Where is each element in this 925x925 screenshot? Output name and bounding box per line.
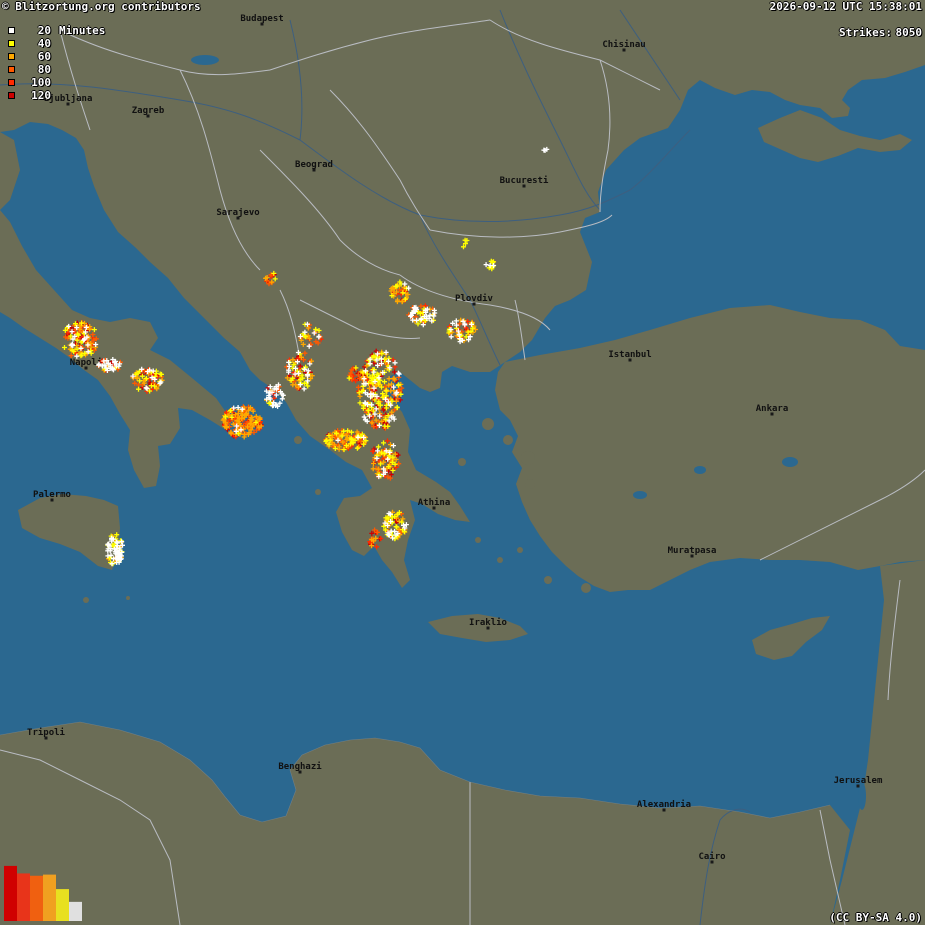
legend-value: 120 (31, 89, 51, 102)
legend-value: 100 (31, 76, 51, 89)
city-label: Cairo (698, 851, 725, 862)
lightning-map[interactable]: BudapestChisinauLjubljanaZagrebBeogradBu… (0, 0, 925, 925)
legend-swatch (8, 92, 15, 99)
land-island (126, 596, 130, 600)
lake (191, 55, 219, 65)
lake (633, 491, 647, 499)
city-label: Tripoli (27, 727, 66, 738)
city-label: Iraklio (469, 617, 507, 628)
land-island (83, 597, 89, 603)
legend-row: 120 (8, 89, 105, 102)
legend-unit: Minutes (59, 24, 106, 37)
city-label: Benghazi (278, 761, 322, 772)
city-label: Budapest (240, 14, 283, 24)
land-island (581, 583, 591, 593)
city-label: Chisinau (602, 39, 645, 50)
legend-row: 80 (8, 63, 105, 76)
legend-swatch (8, 79, 15, 86)
land-island (544, 576, 552, 584)
histogram-bar (69, 901, 82, 921)
land-island (503, 435, 513, 445)
city-label: Athina (418, 497, 451, 508)
legend-row: 100 (8, 76, 105, 89)
lake (694, 466, 706, 474)
histogram-bar (17, 873, 30, 921)
legend-swatch (8, 53, 15, 60)
city-label: Beograd (295, 160, 333, 170)
city-label: Istanbul (608, 350, 651, 360)
land-island (458, 458, 466, 466)
city-label: Plovdiv (455, 293, 494, 304)
legend-row: 40 (8, 37, 105, 50)
legend-value: 40 (37, 37, 51, 50)
histogram-bar (30, 875, 43, 921)
strikes-count: 8050 (895, 26, 923, 39)
histogram-bar (56, 889, 69, 921)
land-island (294, 436, 302, 444)
city-label: Alexandria (637, 799, 691, 810)
legend-value: 20 (37, 24, 51, 37)
legend-swatch (8, 66, 15, 73)
city-label: Palermo (33, 490, 71, 500)
license-text: (CC BY-SA 4.0) (829, 911, 922, 924)
city-label: Jerusalem (834, 776, 883, 786)
legend-swatch (8, 27, 15, 34)
land-island (315, 489, 321, 495)
city-label: Zagreb (132, 106, 165, 116)
land-island (475, 537, 481, 543)
histogram-bar (43, 874, 56, 921)
legend-value: 80 (37, 63, 51, 76)
strikes-label: Strikes: (839, 26, 892, 39)
land-island (482, 418, 494, 430)
legend-row: 60 (8, 50, 105, 63)
attribution-text: © Blitzortung.org contributors (2, 0, 201, 13)
city-label: Muratpasa (668, 546, 717, 556)
land-island (525, 479, 535, 489)
lake (782, 457, 798, 467)
land-island (517, 547, 523, 553)
city-label: Ankara (756, 404, 789, 414)
histogram-bar (4, 865, 17, 921)
legend-swatch (8, 40, 15, 47)
land-island (497, 557, 503, 563)
land-island (521, 451, 535, 465)
legend-row: 20 Minutes (8, 24, 105, 37)
city-label: Bucuresti (500, 175, 549, 186)
city-label: Sarajevo (216, 207, 259, 218)
legend-value: 60 (37, 50, 51, 63)
timestamp-text: 2026-09-12 UTC 15:38:01 (769, 0, 922, 13)
age-legend: 20 Minutes 40 60 80 100 120 (8, 24, 105, 102)
histogram-total: 1764 (0, 868, 3, 893)
